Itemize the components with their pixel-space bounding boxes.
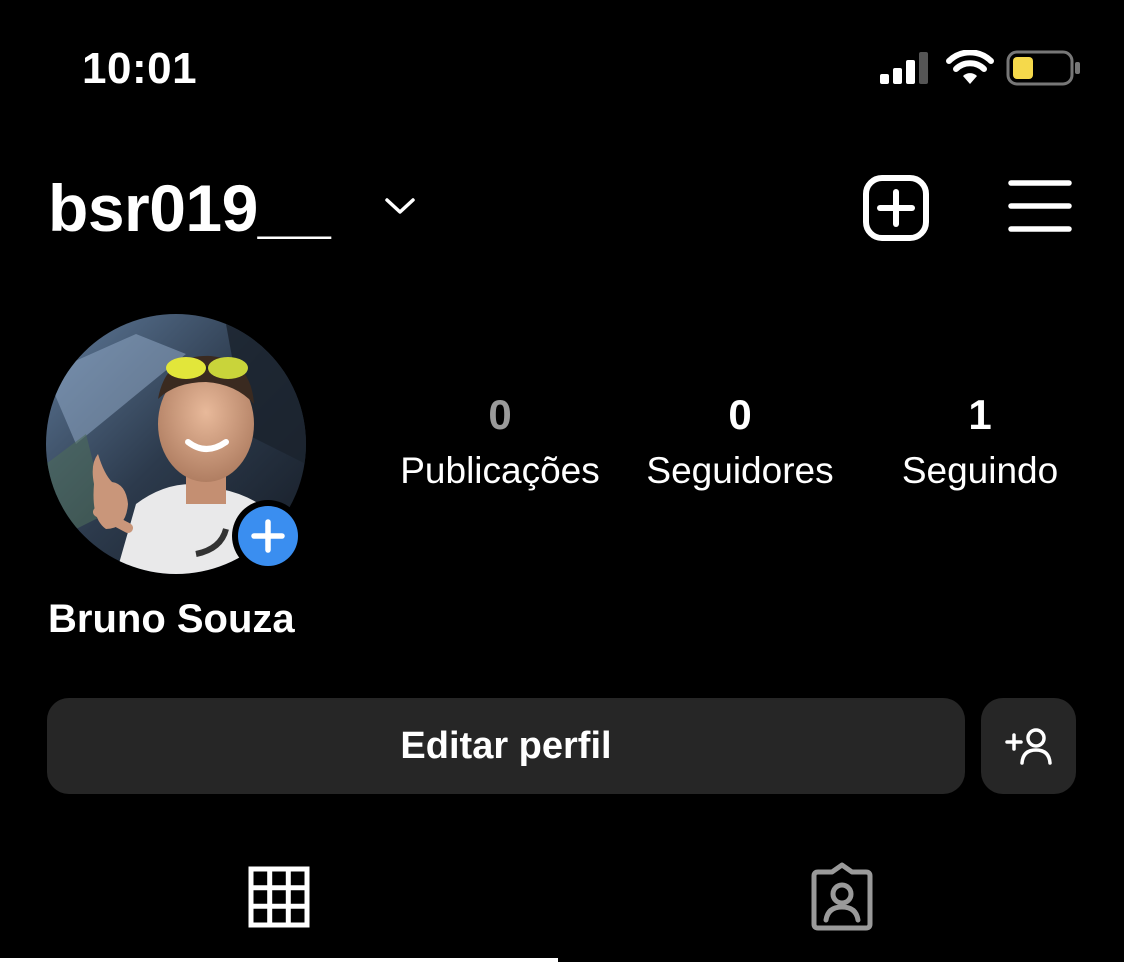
cellular-signal-icon: [880, 52, 928, 84]
discover-people-button[interactable]: [981, 698, 1076, 794]
following-count: 1: [968, 391, 992, 438]
wifi-icon: [946, 50, 994, 84]
plus-square-icon[interactable]: [862, 174, 930, 242]
followers-label: Seguidores: [646, 450, 834, 491]
plus-icon: [251, 519, 285, 553]
add-story-button[interactable]: [232, 500, 304, 572]
tagged-person-icon: [811, 862, 873, 931]
profile-screen: 10:01 bsr019__ 0 Publicações 0 Seguidore…: [0, 0, 1124, 962]
tab-posts-grid[interactable]: [248, 866, 310, 928]
status-time: 10:01: [82, 44, 198, 93]
add-story-badge: [238, 506, 298, 566]
active-tab-indicator: [0, 958, 558, 962]
battery-low-icon: [1006, 50, 1080, 86]
tab-tagged[interactable]: [808, 862, 876, 932]
followers-count: 0: [728, 391, 752, 438]
posts-stat[interactable]: 0 Publicações: [388, 390, 612, 496]
followers-stat[interactable]: 0 Seguidores: [628, 390, 852, 496]
add-person-icon: [1005, 728, 1052, 765]
display-name: Bruno Souza: [48, 597, 295, 641]
grid-icon: [248, 866, 310, 928]
posts-count: 0: [488, 391, 512, 438]
edit-profile-button[interactable]: Editar perfil: [47, 698, 965, 794]
username[interactable]: bsr019__: [48, 170, 331, 246]
following-label: Seguindo: [901, 450, 1059, 491]
posts-label: Publicações: [400, 450, 600, 491]
following-stat[interactable]: 1 Seguindo: [880, 390, 1080, 496]
chevron-down-icon[interactable]: [384, 195, 416, 217]
hamburger-menu-icon[interactable]: [1008, 178, 1072, 234]
